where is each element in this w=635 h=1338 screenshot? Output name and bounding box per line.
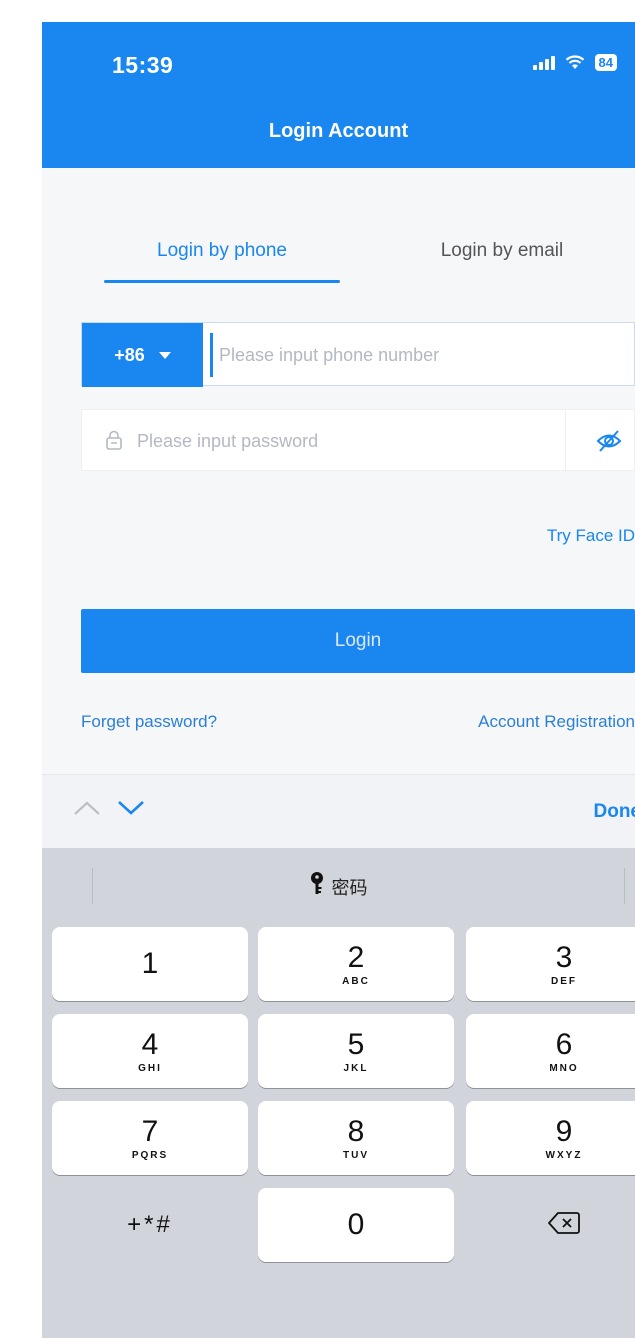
key-digit: 0 xyxy=(347,1208,365,1241)
backspace-icon xyxy=(548,1211,580,1240)
key-3[interactable]: 3 DEF xyxy=(466,927,635,1001)
key-digit: 2 xyxy=(347,940,365,974)
key-letters: GHI xyxy=(138,1062,162,1074)
key-6[interactable]: 6 MNO xyxy=(466,1014,635,1088)
divider xyxy=(565,410,566,472)
key-digit: 4 xyxy=(141,1027,159,1061)
phone-number-input[interactable] xyxy=(210,333,620,377)
keyboard-suggestion-bar: 密码 xyxy=(42,848,635,924)
key-1[interactable]: 1 xyxy=(52,927,248,1001)
key-letters: PQRS xyxy=(131,1149,169,1161)
key-digit: 1 xyxy=(141,947,159,980)
key-digit: 5 xyxy=(347,1027,365,1061)
password-suggestion[interactable]: 密码 xyxy=(42,872,635,901)
key-4[interactable]: 4 GHI xyxy=(52,1014,248,1088)
key-digit: 9 xyxy=(555,1114,573,1148)
key-5[interactable]: 5 JKL xyxy=(258,1014,454,1088)
key-icon xyxy=(310,872,324,901)
keyboard-toolbar: Done xyxy=(42,774,635,848)
key-letters: TUV xyxy=(343,1149,369,1161)
key-0[interactable]: 0 xyxy=(258,1188,454,1262)
active-tab-indicator xyxy=(104,280,340,283)
key-digit: 7 xyxy=(141,1114,159,1148)
key-digit: 6 xyxy=(555,1027,573,1061)
delete-key[interactable] xyxy=(466,1188,635,1262)
key-letters: WXYZ xyxy=(545,1149,583,1161)
tab-login-by-phone[interactable]: Login by phone xyxy=(102,240,342,262)
password-input[interactable] xyxy=(137,419,557,463)
suggestion-label: 密码 xyxy=(331,877,368,898)
forget-password-link[interactable]: Forget password? xyxy=(81,712,217,732)
login-button[interactable]: Login xyxy=(81,609,635,673)
page-title: Login Account xyxy=(268,120,409,142)
password-row xyxy=(81,409,635,472)
account-registration-link[interactable]: Account Registration xyxy=(478,712,635,732)
key-9[interactable]: 9 WXYZ xyxy=(466,1101,635,1175)
phone-number-row: +86 xyxy=(81,322,635,387)
key-2[interactable]: 2 ABC xyxy=(258,927,454,1001)
country-code-label: +86 xyxy=(114,344,145,365)
eye-off-icon[interactable] xyxy=(596,429,622,458)
lock-icon xyxy=(105,430,123,455)
country-code-selector[interactable]: +86 xyxy=(82,323,203,387)
phone-screen: 15:39 84 Login Account Login by phone Lo… xyxy=(42,22,635,1338)
key-letters: JKL xyxy=(343,1062,369,1074)
key-letters: MNO xyxy=(549,1062,579,1074)
wifi-icon xyxy=(565,55,585,70)
key-digit: 3 xyxy=(555,940,573,974)
chevron-down-icon[interactable] xyxy=(116,799,146,822)
key-letters: ABC xyxy=(342,975,370,987)
key-8[interactable]: 8 TUV xyxy=(258,1101,454,1175)
caret-down-icon xyxy=(158,351,171,359)
battery-icon: 84 xyxy=(594,54,617,71)
cellular-signal-icon xyxy=(532,55,555,70)
key-7[interactable]: 7 PQRS xyxy=(52,1101,248,1175)
try-face-id-link[interactable]: Try Face ID xyxy=(547,526,635,546)
key-digit: +*# xyxy=(127,1211,173,1238)
status-icons: 84 xyxy=(532,54,617,71)
numeric-keyboard: 密码 1 2 ABC 3 DEF 4 GHI 5 JKL 6 MNO 7 PQRS 8 TUV… xyxy=(42,848,635,1338)
tab-login-by-email[interactable]: Login by email xyxy=(382,240,622,262)
app-header: 15:39 84 Login Account xyxy=(42,22,635,168)
status-time: 15:39 xyxy=(112,52,174,78)
chevron-up-icon[interactable] xyxy=(72,799,102,822)
key-digit: 8 xyxy=(347,1114,365,1148)
done-button[interactable]: Done xyxy=(594,801,635,823)
key-letters: DEF xyxy=(551,975,577,987)
key-symbols[interactable]: +*# xyxy=(52,1188,248,1262)
